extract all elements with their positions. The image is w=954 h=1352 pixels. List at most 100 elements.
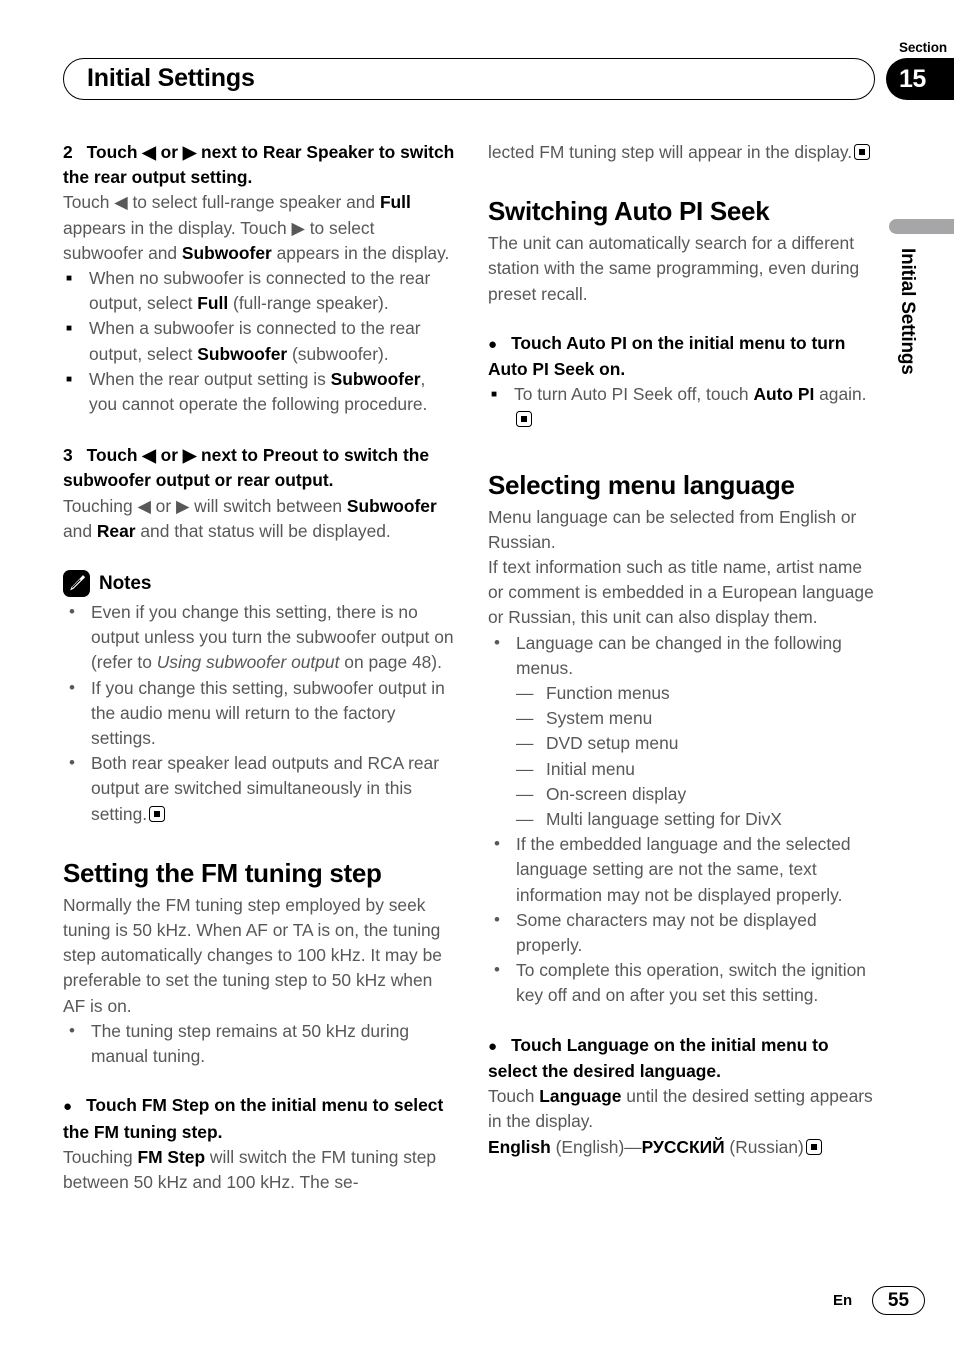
list-item-text-post: on page 48). [339, 652, 442, 673]
list-item-text: The tuning step remains at 50 kHz during… [91, 1020, 410, 1067]
step-3-body-part-2: or [150, 495, 176, 516]
list-item-text-bold: Full [197, 293, 229, 314]
language-step-body-part-1: Touch [488, 1086, 540, 1107]
square-bullet-icon: ■ [491, 389, 498, 401]
step-3-number: 3 [63, 445, 73, 466]
list-item-text-bold: Subwoofer [197, 343, 288, 364]
list-item: — Function menus [488, 681, 880, 706]
value-fm-step: FM Step [137, 1146, 206, 1167]
side-tab-label: Initial Settings [897, 248, 918, 375]
step-3-heading-part-b: or [155, 445, 183, 466]
bullet-icon: • [69, 1020, 75, 1040]
value-rear: Rear [96, 520, 136, 541]
section-heading-auto-pi-seek: Switching Auto PI Seek [488, 196, 770, 227]
em-dash-icon: — [516, 733, 534, 754]
filled-circle-icon: ● [488, 335, 498, 353]
language-body-text-1: Menu language can be selected from Engli… [488, 506, 857, 552]
step-3-heading-part-a: Touch [86, 445, 143, 466]
section-word-label: Section [898, 40, 947, 55]
footer-language-code: En [833, 1292, 853, 1309]
bullet-icon: • [69, 602, 75, 622]
step-2-heading-part-a: Touch [86, 142, 143, 162]
left-column: 2 Touch ◀ or ▶ next to Rear Speaker to sw… [63, 140, 455, 1195]
list-item-text-post: (subwoofer). [287, 343, 389, 364]
step-3-body-part-4: and [63, 520, 97, 541]
list-item: • To complete this operation, switch the … [488, 958, 880, 1008]
section-heading-fm-tuning-step: Setting the FM tuning step [63, 857, 382, 888]
em-dash-icon: — [516, 683, 534, 704]
end-of-topic-marker [854, 144, 871, 160]
em-dash-icon: — [516, 783, 534, 804]
list-item-text-post: again. [814, 384, 867, 405]
page-title: Initial Settings [87, 63, 255, 92]
page-header: Initial Settings [63, 58, 875, 100]
value-russian-paren: (Russian) [724, 1136, 804, 1157]
list-item-text-bold: Subwoofer [330, 368, 421, 389]
square-bullet-icon: ■ [66, 323, 73, 335]
list-item-text: Initial menu [546, 758, 635, 779]
continued-text-body: lected FM tuning step will appear in the… [488, 142, 853, 162]
list-item-text: Function menus [546, 683, 670, 704]
notes-label: Notes [99, 572, 152, 594]
language-step-heading-text: Touch Language on the initial menu to se… [488, 1034, 829, 1081]
value-english-paren: (English)— [550, 1136, 642, 1157]
list-item-text: To complete this operation, switch the i… [516, 960, 866, 1006]
list-item: ■ When the rear output setting is Subwoof… [63, 367, 455, 417]
list-item-text: Multi language setting for DivX [546, 809, 782, 830]
step-3-body-part-3: will switch between [189, 495, 347, 516]
list-item-text-post: (full-range speaker). [228, 293, 389, 314]
bullet-icon: • [494, 960, 500, 980]
list-item: — Multi language setting for DivX [488, 807, 880, 832]
value-english: English [488, 1136, 551, 1157]
right-column: lected FM tuning step will appear in the… [488, 140, 880, 1160]
right-arrow-icon: ▶ [182, 142, 197, 162]
step-2-body: Touch ◀ to select full-range speaker and… [63, 190, 455, 266]
list-item-text: DVD setup menu [546, 733, 679, 754]
square-bullet-icon: ■ [66, 273, 73, 285]
list-item: — DVD setup menu [488, 731, 880, 756]
end-of-topic-marker [516, 411, 532, 428]
filled-circle-icon: ● [488, 1037, 498, 1055]
continued-text: lected FM tuning step will appear in the… [488, 140, 880, 165]
list-item: • If the embedded language and the select… [488, 832, 880, 908]
step-2-body-part-5: appears in the display. [271, 242, 450, 263]
list-item: ■ To turn Auto PI Seek off, touch Auto PI… [488, 382, 880, 432]
section-number-badge: 15 [886, 58, 954, 100]
list-item-text: If the embedded language and the selecte… [516, 834, 851, 905]
notes-header: Notes [63, 570, 455, 598]
end-of-topic-marker [149, 805, 166, 822]
list-item: ■ When a subwoofer is connected to the re… [63, 316, 455, 366]
end-of-topic-marker [805, 1138, 822, 1155]
list-item: — System menu [488, 706, 880, 731]
step-3-body-part-1: Touching [63, 495, 138, 516]
list-item-text: Some characters may not be displayed pro… [516, 909, 817, 956]
list-item-text: On-screen display [546, 783, 687, 804]
list-item: • Both rear speaker lead outputs and RCA … [63, 751, 455, 827]
value-auto-pi: Auto PI [753, 384, 815, 405]
side-tab-bar [889, 219, 954, 234]
em-dash-icon: — [516, 758, 534, 779]
list-item: • Even if you change this setting, there … [63, 600, 455, 676]
list-item: • The tuning step remains at 50 kHz durin… [63, 1019, 455, 1069]
list-item-text: Language can be changed in the following… [516, 632, 842, 678]
list-item: • Some characters may not be displayed pr… [488, 908, 880, 958]
bullet-icon: • [494, 632, 500, 652]
left-arrow-icon: ◀ [142, 445, 156, 466]
fm-step-body-part-1: Touching [63, 1146, 138, 1167]
fm-step-heading-text: Touch FM Step on the initial menu to sel… [63, 1095, 444, 1142]
step-3-heading: 3 Touch ◀ or ▶ next to Preout to switch t… [63, 443, 455, 493]
list-item-text-pre: When the rear output setting is [89, 368, 331, 389]
footer-page-number: 55 [872, 1286, 925, 1315]
em-dash-icon: — [516, 809, 534, 830]
list-item: ■ When no subwoofer is connected to the r… [63, 266, 455, 316]
language-body-text-2: If text information such as title name, … [488, 557, 874, 628]
square-bullet-icon: ■ [66, 373, 73, 385]
right-arrow-icon: ▶ [291, 217, 305, 238]
bullet-icon: • [494, 909, 500, 929]
step-2-body-part-3: appears in the display. Touch [63, 217, 292, 238]
language-step-heading: ● Touch Language on the initial menu to s… [488, 1033, 880, 1084]
step-2-body-part-2: to select full-range speaker and [127, 192, 380, 213]
step-2-number: 2 [63, 142, 73, 162]
value-russian: РУССКИЙ [641, 1136, 725, 1157]
